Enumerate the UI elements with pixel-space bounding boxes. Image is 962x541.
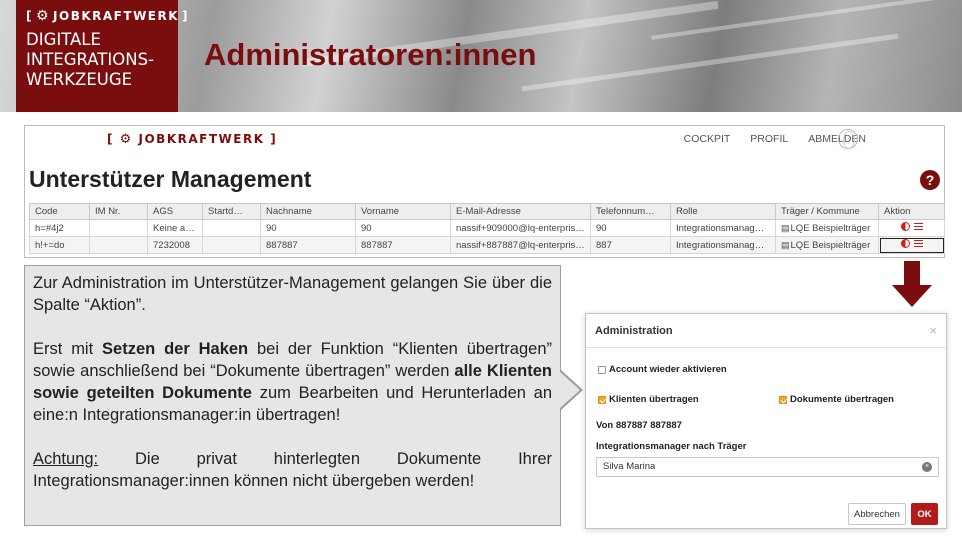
transfer-clients-checkbox[interactable] — [598, 395, 606, 404]
cell-email: nassif+909000@lq-enterpris… — [450, 219, 591, 237]
cell-code: h!+=do — [29, 236, 90, 254]
integration-manager-label: Integrationsmanager nach Träger — [596, 441, 747, 452]
column-header[interactable]: E-Mail-Adresse — [450, 203, 591, 220]
callout-pointer-fill — [560, 372, 580, 408]
transfer-documents-label: Dokumente übertragen — [790, 394, 894, 405]
transfer-documents-checkbox[interactable] — [779, 395, 787, 404]
cell-im-nr — [89, 236, 148, 254]
brand-subtitle: DIGITALE INTEGRATIONS- WERKZEUGE — [26, 30, 168, 90]
cell-email: nassif+887887@lq-enterpris… — [450, 236, 591, 254]
callout-paragraph: Erst mit Setzen der Haken bei der Funkti… — [33, 340, 552, 424]
table-row[interactable]: h!+=do 7232008 887887 887887 nassif+8878… — [29, 236, 945, 254]
building-icon: ▤ — [781, 222, 790, 233]
nav-cockpit[interactable]: COCKPIT — [684, 133, 731, 145]
brand-subtitle-line: DIGITALE — [26, 30, 101, 49]
toggle-icon[interactable] — [900, 222, 910, 231]
account-reactivate-option[interactable]: Account wieder aktivieren — [598, 364, 727, 375]
cell-startdatum — [202, 219, 261, 237]
traeger-label: LQE Beispielträger — [790, 222, 871, 234]
app-logo: [ ⚙ JOBKRAFTWERK ] — [107, 132, 278, 147]
column-header[interactable]: Nachname — [260, 203, 356, 220]
transfer-clients-option[interactable]: Klienten übertragen — [598, 394, 699, 405]
table-header-row: Code IM Nr. AGS Startd… Nachname Vorname… — [29, 203, 945, 220]
brand-subtitle-line: WERKZEUGE — [26, 70, 133, 89]
cell-ags: 7232008 — [147, 236, 203, 254]
brand-subtitle-line: INTEGRATIONS- — [26, 50, 155, 69]
clear-icon[interactable]: × — [922, 462, 932, 472]
cell-nachname: 90 — [260, 219, 356, 237]
cell-vorname: 887887 — [355, 236, 451, 254]
column-header[interactable]: AGS — [147, 203, 203, 220]
down-arrow-icon — [892, 261, 932, 307]
from-user-label: Von 887887 887887 — [596, 420, 682, 431]
cell-telefon: 90 — [590, 219, 671, 237]
callout-paragraph: Zur Administration im Unterstützer-Manag… — [33, 274, 552, 314]
nav-profil[interactable]: PROFIL — [750, 133, 788, 145]
explanation-callout: Zur Administration im Unterstützer-Manag… — [24, 265, 561, 526]
slide: [⚙ JOBKRAFTWERK] DIGITALE INTEGRATIONS- W… — [0, 0, 962, 541]
cancel-button[interactable]: Abbrechen — [848, 503, 906, 525]
help-icon[interactable]: ? — [920, 170, 940, 190]
table-row[interactable]: h=#4j2 Keine angeg 90 90 nassif+909000@l… — [29, 219, 945, 237]
cell-nachname: 887887 — [260, 236, 356, 254]
cell-rolle: Integrationsmanag… — [670, 219, 776, 237]
transfer-clients-label: Klienten übertragen — [609, 394, 699, 405]
building-icon: ▤ — [781, 239, 790, 250]
gears-icon: ⚙ — [35, 8, 51, 24]
page-title: Administratoren:innen — [204, 37, 537, 72]
cell-traeger: ▤LQE Beispielträger — [775, 236, 879, 254]
brand-logo: [⚙ JOBKRAFTWERK] — [26, 8, 190, 24]
cell-vorname: 90 — [355, 219, 451, 237]
dialog-header: Administration × — [586, 314, 946, 348]
integration-manager-select[interactable]: Silva Marina × — [596, 457, 939, 477]
cell-ags: Keine angeg — [147, 219, 203, 237]
column-header[interactable]: Rolle — [670, 203, 776, 220]
account-reactivate-label: Account wieder aktivieren — [609, 364, 727, 375]
callout-paragraph: Achtung: Die privat hinterlegten Dokumen… — [33, 450, 552, 490]
column-header[interactable]: Vorname — [355, 203, 451, 220]
cell-telefon: 887 — [590, 236, 671, 254]
cell-code: h=#4j2 — [29, 219, 90, 237]
ok-button[interactable]: OK — [911, 503, 938, 525]
brand-box: [⚙ JOBKRAFTWERK] DIGITALE INTEGRATIONS- W… — [16, 0, 190, 112]
column-header[interactable]: Träger / Kommune — [775, 203, 879, 220]
dialog-title: Administration — [595, 325, 673, 337]
app-screenshot: [ ⚙ JOBKRAFTWERK ] COCKPIT PROFIL ABMELD… — [24, 125, 945, 258]
globe-icon[interactable] — [838, 129, 858, 149]
administration-dialog: Administration × Account wieder aktivier… — [585, 313, 947, 529]
cell-startdatum — [202, 236, 261, 254]
gears-icon: ⚙ — [119, 132, 133, 147]
column-header[interactable]: IM Nr. — [89, 203, 148, 220]
cell-traeger: ▤LQE Beispielträger — [775, 219, 879, 237]
supporter-table: Code IM Nr. AGS Startd… Nachname Vorname… — [29, 203, 945, 254]
menu-icon[interactable] — [913, 240, 923, 247]
transfer-documents-option[interactable]: Dokumente übertragen — [779, 394, 894, 405]
cell-rolle: Integrationsmanag… — [670, 236, 776, 254]
traeger-label: LQE Beispielträger — [790, 239, 871, 251]
account-reactivate-checkbox[interactable] — [598, 365, 606, 374]
column-header[interactable]: Startd… — [202, 203, 261, 220]
toggle-icon[interactable] — [900, 239, 910, 248]
column-header[interactable]: Telefonnum… — [590, 203, 671, 220]
close-icon[interactable]: × — [929, 323, 937, 338]
cell-aktion-highlighted — [878, 236, 945, 254]
column-header-aktion: Aktion — [878, 203, 945, 220]
menu-icon[interactable] — [913, 223, 923, 230]
app-heading: Unterstützer Management — [29, 166, 312, 192]
cell-aktion — [878, 219, 945, 237]
integration-manager-value: Silva Marina — [603, 461, 656, 472]
cell-im-nr — [89, 219, 148, 237]
column-header[interactable]: Code — [29, 203, 90, 220]
